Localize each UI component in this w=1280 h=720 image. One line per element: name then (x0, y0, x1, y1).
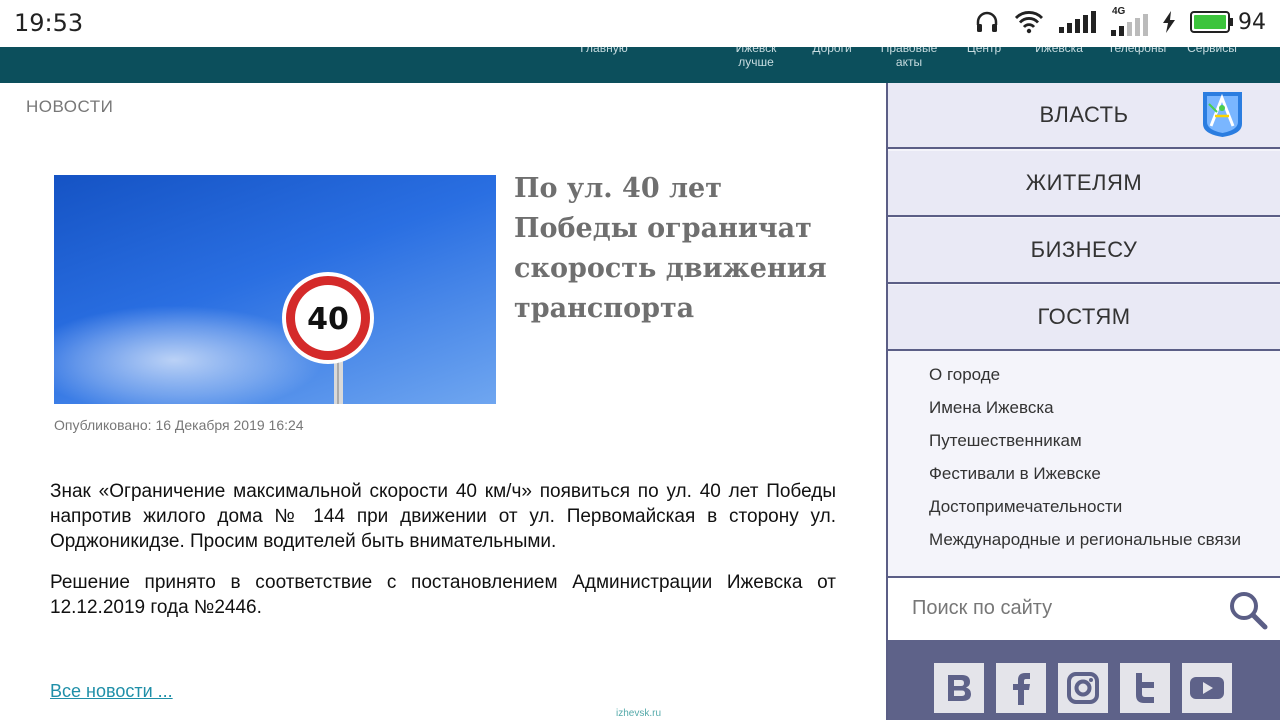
nav-item-izhevsk-better[interactable]: Ижевск лучше (728, 47, 784, 69)
vk-icon[interactable] (934, 663, 984, 713)
news-image[interactable]: 40 (54, 175, 496, 404)
charging-icon (1162, 11, 1176, 33)
sidebar-item-label: ЖИТЕЛЯМ (1025, 170, 1143, 195)
article-paragraph: Решение принято в соответствие с постано… (50, 572, 836, 618)
sub-link-names[interactable]: Имена Ижевска (929, 396, 1241, 429)
sub-link-travelers[interactable]: Путешественникам (929, 429, 1241, 462)
search-box (888, 576, 1280, 640)
section-label: НОВОСТИ (26, 97, 114, 116)
nav-item-phones[interactable]: Телефоны (1106, 47, 1168, 55)
signal-4g-icon: 4G (1110, 6, 1148, 36)
sidebar-item-label: БИЗНЕСУ (1030, 237, 1138, 262)
battery-percent: 94 (1238, 9, 1266, 35)
facebook-icon[interactable] (996, 663, 1046, 713)
sidebar: ВЛАСТЬ ЖИТЕЛЯМ БИЗНЕСУ ГОСТЯМ О городе И… (886, 83, 1280, 720)
nav-item-center[interactable]: Центр (962, 47, 1006, 55)
sub-link-about-city[interactable]: О городе (929, 363, 1241, 396)
twitter-icon[interactable] (1120, 663, 1170, 713)
battery-icon (1190, 11, 1234, 33)
signal-icon (1058, 11, 1096, 33)
sidebar-item-guests[interactable]: ГОСТЯМ (888, 285, 1280, 351)
guest-sub-links: О городе Имена Ижевска Путешественникам … (929, 363, 1241, 561)
city-logo-icon (1201, 90, 1244, 138)
footer-url: izhevsk.ru (616, 708, 662, 719)
status-bar: 19:53 4G 94 (0, 0, 1280, 47)
nav-item-roads[interactable]: Дороги (806, 47, 858, 55)
top-nav: Главную Ижевск лучше Дороги Правовые акт… (0, 47, 1280, 83)
instagram-icon[interactable] (1058, 663, 1108, 713)
headphones-icon (974, 9, 1000, 35)
nav-item-services[interactable]: Сервисы (1184, 47, 1240, 55)
search-icon[interactable] (1228, 590, 1268, 635)
battery: 94 (1190, 10, 1266, 35)
article-paragraph: Знак «Ограничение максимальной скорости … (50, 481, 836, 552)
nav-item-main[interactable]: Главную (578, 47, 630, 55)
status-time: 19:53 (14, 9, 84, 37)
all-news-link[interactable]: Все новости ... (50, 681, 173, 702)
search-input[interactable] (912, 592, 1212, 624)
published-date: Опубликовано: 16 Декабря 2019 16:24 (54, 417, 304, 433)
sub-link-sights[interactable]: Достопримечательности (929, 495, 1241, 528)
article-title[interactable]: По ул. 40 лет Победы ограничат скорость … (514, 169, 854, 329)
nav-item-legal-acts[interactable]: Правовые акты (878, 47, 940, 69)
sidebar-item-residents[interactable]: ЖИТЕЛЯМ (888, 151, 1280, 217)
sidebar-item-label: ВЛАСТЬ (1039, 102, 1129, 127)
social-bar (888, 640, 1280, 720)
status-icons: 4G 94 (974, 6, 1266, 36)
sub-link-relations[interactable]: Международные и региональные связи (929, 528, 1241, 561)
sign-text: 40 (307, 302, 349, 337)
nav-item-izhevsk[interactable]: Ижевска (1030, 47, 1088, 55)
sidebar-item-label: ГОСТЯМ (1037, 304, 1131, 329)
youtube-icon[interactable] (1182, 663, 1232, 713)
sidebar-item-power[interactable]: ВЛАСТЬ (888, 83, 1280, 149)
sidebar-item-business[interactable]: БИЗНЕСУ (888, 218, 1280, 284)
sub-link-festivals[interactable]: Фестивали в Ижевске (929, 462, 1241, 495)
wifi-icon (1014, 10, 1044, 34)
